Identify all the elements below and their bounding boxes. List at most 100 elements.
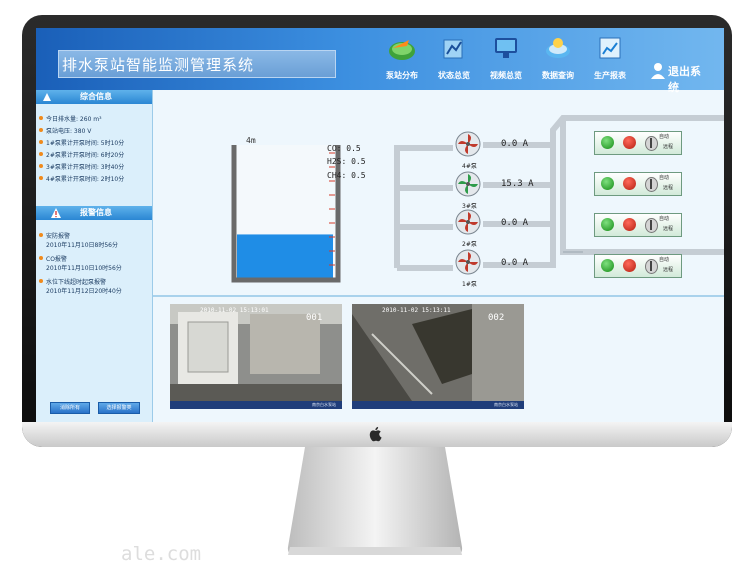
auto-label: 自动 (659, 257, 670, 263)
water-level (237, 234, 333, 278)
start-button[interactable] (601, 136, 614, 149)
video-caption: 南京白水泵站 (494, 402, 518, 407)
nav-label: 生产报表 (594, 71, 626, 80)
monitor-stand (287, 447, 463, 555)
bullet-icon (39, 128, 43, 132)
summary-item: 2#泵累计开泵时间: 6时20分 (39, 150, 124, 159)
summary-header: 综合信息 (36, 90, 152, 104)
auto-label: 自动 (659, 175, 670, 181)
report-icon (599, 37, 621, 59)
ch4-reading: CH4: 0.5 (327, 171, 366, 180)
video-control-bar[interactable]: 南京白水泵站 (170, 401, 342, 409)
warning-icon (51, 208, 61, 218)
video-channel: 001 (306, 313, 323, 323)
stop-button[interactable] (623, 218, 636, 231)
alarm-item[interactable]: 水位下线超时起泵报警 (39, 277, 106, 286)
video-timestamp: 2010-11-02 15:13:01 (200, 307, 269, 314)
nav-video-overview[interactable]: 视频总览 (482, 34, 530, 86)
video-feed-1[interactable]: 2010-11-02 15:13:01 001 南京白水泵站 (170, 304, 342, 409)
nav-label: 泵站分布 (386, 71, 418, 80)
globe-arrow-icon (389, 40, 415, 60)
bullet-icon (39, 256, 43, 260)
mode-switch-knob[interactable] (645, 136, 658, 151)
video-channel: 002 (488, 313, 505, 323)
summary-item: 今日排水量: 260 m³ (39, 114, 102, 123)
remote-label: 远程 (663, 144, 674, 150)
alarm-time: 2010年11月10日10时56分 (46, 265, 122, 272)
start-button[interactable] (601, 218, 614, 231)
pump-2-control-panel: 自动 远程 (594, 213, 682, 237)
pump-1-icon[interactable] (450, 248, 490, 278)
alarm-time: 2010年11月10日8时56分 (46, 242, 118, 249)
pump-1-control-panel: 自动 远程 (594, 254, 682, 278)
remote-label: 远程 (663, 185, 674, 191)
stop-button[interactable] (623, 259, 636, 272)
nav-status-overview[interactable]: 状态总览 (430, 34, 478, 86)
app-header: 排水泵站智能监测管理系统 泵站分布 状态总览 视频总览 数据查询 生产报表 退出… (36, 28, 724, 94)
pump-2-icon[interactable] (450, 208, 490, 238)
h2s-reading: H2S: 0.5 (327, 157, 366, 166)
tank-depth-label: 4m (246, 136, 256, 145)
alarm-item[interactable]: CO报警 (39, 254, 67, 263)
alarm-header: 报警信息 (36, 206, 152, 220)
nav-production-report[interactable]: 生产报表 (586, 34, 634, 86)
nav-label: 状态总览 (438, 71, 470, 80)
stop-button[interactable] (623, 136, 636, 149)
bullet-icon (39, 176, 43, 180)
triangle-icon (43, 93, 51, 101)
nav-data-query[interactable]: 数据查询 (534, 34, 582, 86)
video-control-bar[interactable]: 南京白水泵站 (352, 401, 524, 409)
bullet-icon (39, 164, 43, 168)
bullet-icon (39, 116, 43, 120)
pump-4-current: 0.0 A (501, 139, 529, 149)
monitor-video-icon (495, 38, 517, 58)
co-reading: CO: 0.5 (327, 144, 361, 153)
water-tank (231, 145, 341, 283)
pump-1-current: 0.0 A (501, 258, 529, 268)
pump-4-icon[interactable] (450, 130, 490, 160)
remote-label: 远程 (663, 267, 674, 273)
clear-all-button[interactable]: 消除所有 (50, 402, 90, 414)
app-title: 排水泵站智能监测管理系统 (62, 56, 255, 74)
summary-title: 综合信息 (80, 92, 112, 101)
alarm-item[interactable]: 安防报警 (39, 231, 70, 240)
exit-system-button[interactable]: 退出系统 (650, 61, 710, 94)
nav-label: 视频总览 (490, 71, 522, 80)
select-alarm-type-button[interactable]: 选择报警类 (98, 402, 140, 414)
alarm-title: 报警信息 (80, 208, 112, 217)
bullet-icon (39, 140, 43, 144)
status-chart-icon (443, 39, 463, 59)
stop-button[interactable] (623, 177, 636, 190)
watermark-text: ale.com (121, 543, 202, 565)
auto-label: 自动 (659, 134, 670, 140)
summary-item: 3#泵累计开泵时间: 3时40分 (39, 162, 124, 171)
nav-label: 数据查询 (542, 71, 574, 80)
pump-2-current: 0.0 A (501, 218, 529, 228)
pump-3-icon[interactable] (450, 170, 490, 200)
bullet-icon (39, 152, 43, 156)
app-screen: 排水泵站智能监测管理系统 泵站分布 状态总览 视频总览 数据查询 生产报表 退出… (36, 28, 724, 422)
nav-pump-distribution[interactable]: 泵站分布 (378, 34, 426, 86)
bullet-icon (39, 279, 43, 283)
database-search-icon (546, 38, 570, 58)
pump-4-name: 4#泵 (462, 163, 477, 170)
pump-3-current: 15.3 A (501, 179, 534, 189)
summary-item: 泵站电压: 380 V (39, 126, 91, 135)
remote-label: 远程 (663, 226, 674, 232)
start-button[interactable] (601, 259, 614, 272)
alarm-time: 2010年11月12日20时40分 (46, 288, 122, 295)
mode-switch-knob[interactable] (645, 177, 658, 192)
bullet-icon (39, 233, 43, 237)
summary-item: 4#泵累计开泵时间: 2时10分 (39, 174, 124, 183)
video-timestamp: 2010-11-02 15:13:11 (382, 307, 451, 314)
mode-switch-knob[interactable] (645, 259, 658, 274)
video-caption: 南京白水泵站 (312, 402, 336, 407)
start-button[interactable] (601, 177, 614, 190)
auto-label: 自动 (659, 216, 670, 222)
mode-switch-knob[interactable] (645, 218, 658, 233)
user-exit-icon (651, 63, 665, 79)
video-feed-2[interactable]: 2010-11-02 15:13:11 002 南京白水泵站 (352, 304, 524, 409)
main-panel: 4m CO: 0.5 H2S: 0.5 CH4: 0.5 4#泵 0.0 A 3… (153, 90, 724, 422)
pump-2-name: 2#泵 (462, 241, 477, 248)
sidebar: 综合信息 今日排水量: 260 m³ 泵站电压: 380 V 1#泵累计开泵时间… (36, 90, 153, 422)
